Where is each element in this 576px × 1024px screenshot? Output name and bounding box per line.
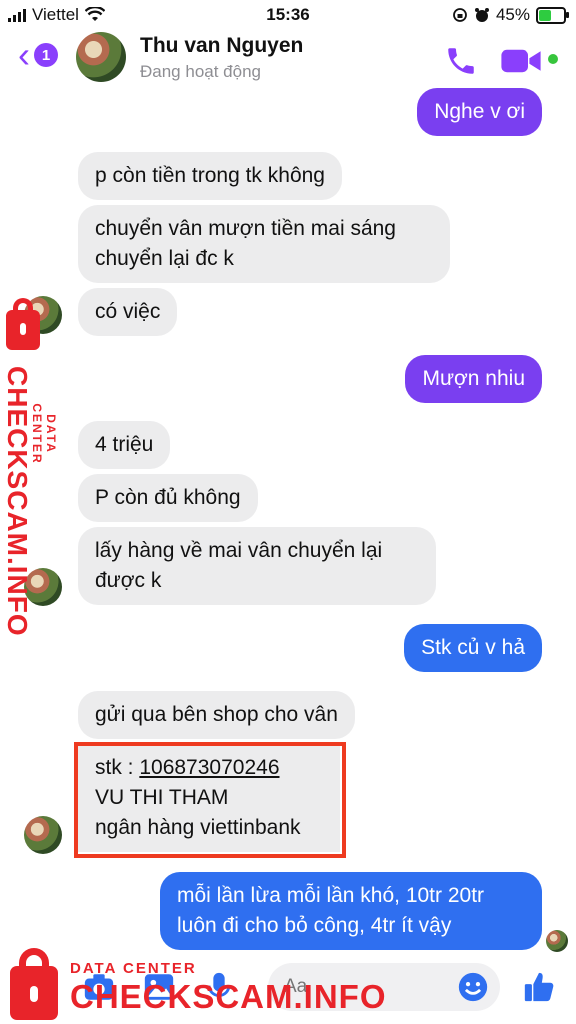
message-line: chuyển lại đc k [95,247,234,270]
message-line: được k [95,569,162,592]
avatar[interactable] [76,32,126,82]
sender-avatar[interactable] [24,296,62,334]
like-icon[interactable] [522,970,556,1004]
contact-name[interactable]: Thu van Nguyen [140,34,303,58]
read-receipt-avatar [546,930,568,952]
message-bubble-incoming[interactable]: chuyển vân mượn tiền mai sáng chuyển lại… [78,205,450,283]
status-bar: Viettel 15:36 45% [0,0,576,30]
camera-icon[interactable] [82,970,116,1004]
watermark-vertical: CHECKSCAM.INFO DATA CENTER [2,298,64,637]
battery-icon [536,6,569,24]
video-icon[interactable] [500,44,542,78]
unread-badge: 1 [34,43,58,67]
message-line: chuyển vân mượn tiền mai sáng [95,217,396,240]
message-bubble-incoming[interactable]: lấy hàng về mai vân chuyển lại được k [78,527,436,605]
message-bubble-incoming[interactable]: 4 triệu [78,421,171,469]
back-button[interactable]: ‹ 1 [18,34,58,75]
message-bubble-outgoing[interactable]: Nghe v ơi [417,88,542,136]
message-line: mỗi lần lừa mỗi lần khó, 10tr 20tr [177,884,485,907]
online-indicator [548,54,558,64]
message-bubble-incoming[interactable]: p còn tiền trong tk không [78,152,342,200]
message-bubble-incoming[interactable]: P còn đủ không [78,474,258,522]
photo-icon[interactable] [142,970,176,1004]
watermark-sub: DATA CENTER [30,403,58,465]
battery-percent: 45% [495,5,530,24]
conversation-header: ‹ 1 Thu van Nguyen Đang hoạt động [0,30,576,86]
phone-icon[interactable] [444,44,478,78]
sender-avatar[interactable] [24,816,62,854]
orientation-lock-icon [453,8,467,22]
message-bubble-incoming[interactable]: gửi qua bên shop cho vân [78,691,355,739]
emoji-icon[interactable] [456,970,490,1004]
composer-bar [0,954,576,1024]
message-bubble-outgoing[interactable]: mỗi lần lừa mỗi lần khó, 10tr 20tr luôn … [160,872,542,950]
message-line: luôn đi cho bỏ công, 4tr ít vậy [177,914,452,937]
message-bubble-outgoing[interactable]: Stk củ v hả [404,624,542,672]
status-right: 45% [452,5,569,25]
message-bubble-outgoing[interactable]: Mượn nhiu [405,355,542,403]
highlight-box [74,742,346,858]
presence-status: Đang hoạt động [140,62,261,81]
sender-avatar[interactable] [24,568,62,606]
message-line: lấy hàng về mai vân chuyển lại [95,539,383,562]
watermark-main: CHECKSCAM.INFO [2,366,33,637]
message-bubble-incoming[interactable]: có việc [78,288,178,336]
alarm-icon [474,8,489,22]
mic-icon[interactable] [202,970,236,1004]
back-chevron-icon: ‹ [18,34,30,75]
